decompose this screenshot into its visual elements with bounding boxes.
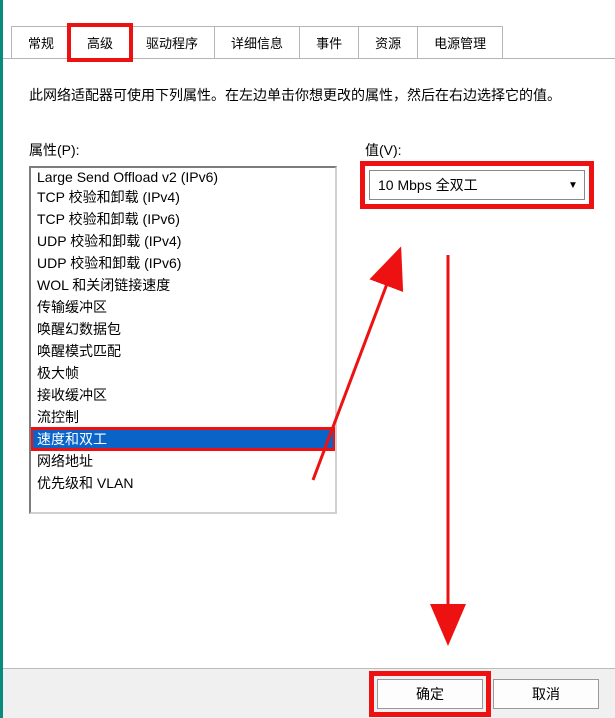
tab-resources[interactable]: 资源 bbox=[358, 26, 418, 58]
property-listbox[interactable]: Large Send Offload v2 (IPv6) TCP 校验和卸载 (… bbox=[29, 166, 337, 514]
tab-events[interactable]: 事件 bbox=[299, 26, 359, 58]
value-dropdown[interactable]: 10 Mbps 全双工 ▼ bbox=[369, 170, 585, 200]
list-item[interactable]: 网络地址 bbox=[31, 450, 335, 472]
list-item[interactable]: WOL 和关闭链接速度 bbox=[31, 274, 335, 296]
tab-driver[interactable]: 驱动程序 bbox=[129, 26, 215, 58]
tab-general[interactable]: 常规 bbox=[11, 26, 71, 58]
properties-dialog: 常规 高级 驱动程序 详细信息 事件 资源 电源管理 此网络适配器可使用下列属性… bbox=[0, 0, 615, 718]
list-item[interactable]: 接收缓冲区 bbox=[31, 384, 335, 406]
dialog-button-row: 确定 取消 bbox=[3, 668, 615, 718]
list-item[interactable]: 优先级和 VLAN bbox=[31, 472, 335, 494]
list-item[interactable]: 极大帧 bbox=[31, 362, 335, 384]
list-item[interactable]: 流控制 bbox=[31, 406, 335, 428]
tab-details[interactable]: 详细信息 bbox=[214, 26, 300, 58]
list-item[interactable]: TCP 校验和卸载 (IPv6) bbox=[31, 208, 335, 230]
property-label: 属性(P): bbox=[29, 140, 337, 160]
list-item[interactable]: UDP 校验和卸载 (IPv4) bbox=[31, 230, 335, 252]
columns: 属性(P): Large Send Offload v2 (IPv6) TCP … bbox=[29, 140, 589, 514]
cancel-button[interactable]: 取消 bbox=[493, 679, 599, 709]
list-item[interactable]: 唤醒幻数据包 bbox=[31, 318, 335, 340]
tab-advanced[interactable]: 高级 bbox=[70, 26, 130, 59]
value-label: 值(V): bbox=[365, 140, 589, 160]
chevron-down-icon: ▼ bbox=[562, 180, 584, 191]
property-column: 属性(P): Large Send Offload v2 (IPv6) TCP … bbox=[29, 140, 337, 514]
list-item[interactable]: TCP 校验和卸载 (IPv4) bbox=[31, 186, 335, 208]
panel-description: 此网络适配器可使用下列属性。在左边单击你想更改的属性，然后在右边选择它的值。 bbox=[29, 83, 589, 108]
tab-strip: 常规 高级 驱动程序 详细信息 事件 资源 电源管理 bbox=[3, 0, 615, 59]
list-item[interactable]: 传输缓冲区 bbox=[31, 296, 335, 318]
list-item[interactable]: UDP 校验和卸载 (IPv6) bbox=[31, 252, 335, 274]
list-item[interactable]: Large Send Offload v2 (IPv6) bbox=[31, 168, 335, 186]
value-dropdown-text: 10 Mbps 全双工 bbox=[370, 175, 562, 195]
list-item-selected[interactable]: 速度和双工 bbox=[31, 428, 335, 450]
ok-button[interactable]: 确定 bbox=[377, 679, 483, 709]
tab-power[interactable]: 电源管理 bbox=[417, 26, 503, 58]
value-highlight-box: 10 Mbps 全双工 ▼ bbox=[365, 166, 589, 204]
value-column: 值(V): 10 Mbps 全双工 ▼ bbox=[365, 140, 589, 514]
tab-panel-advanced: 此网络适配器可使用下列属性。在左边单击你想更改的属性，然后在右边选择它的值。 属… bbox=[3, 59, 615, 534]
list-item[interactable]: 唤醒模式匹配 bbox=[31, 340, 335, 362]
